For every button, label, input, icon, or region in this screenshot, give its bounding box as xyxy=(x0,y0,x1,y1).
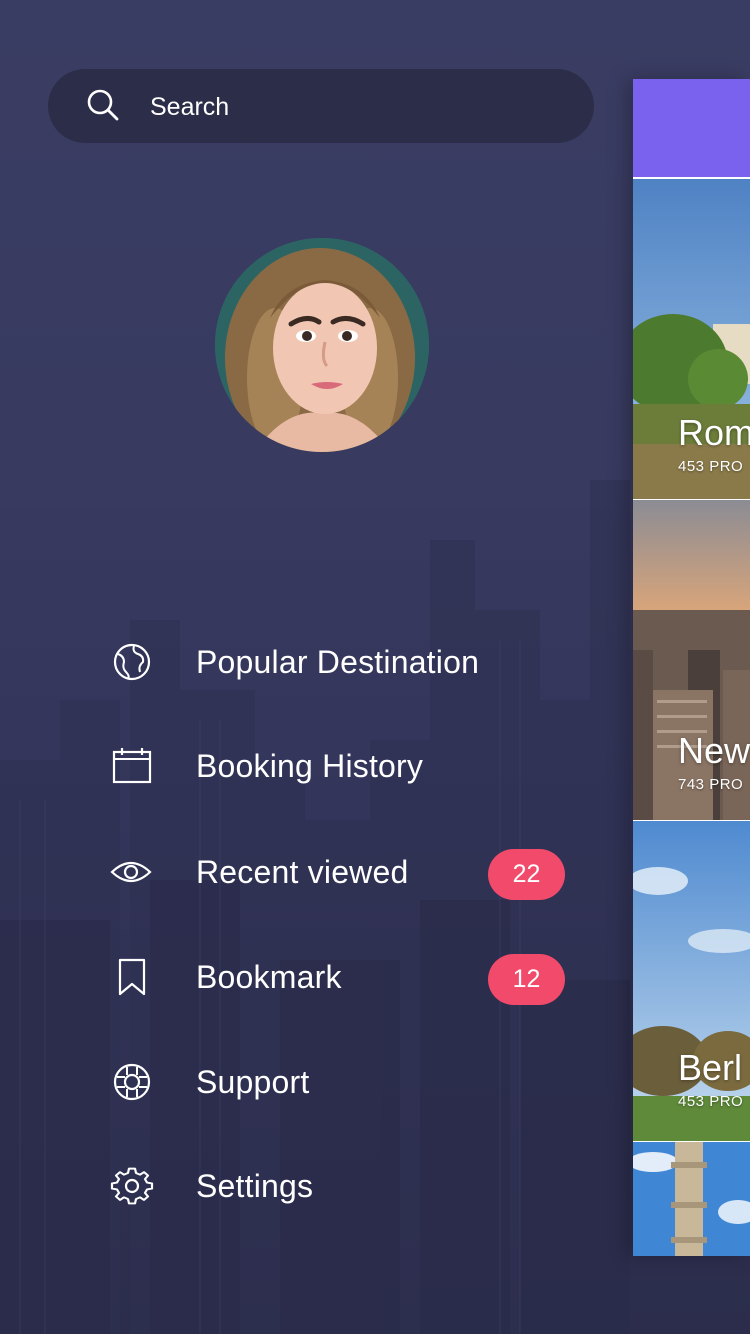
count-badge: 22 xyxy=(488,849,565,900)
menu-item-label: Settings xyxy=(196,1168,314,1204)
calendar-icon xyxy=(112,748,152,784)
menu-item-settings[interactable]: Settings xyxy=(108,1156,578,1216)
card-title: Rom xyxy=(678,412,750,453)
main-content-preview[interactable]: Rom 453 PRO New 743 PRO Berl 453 PRO xyxy=(633,79,750,1256)
destination-image xyxy=(633,500,750,820)
eye-icon xyxy=(110,861,152,883)
menu-item-popular-destination[interactable]: Popular Destination xyxy=(108,632,578,692)
destination-card-berlin[interactable]: Berl 453 PRO xyxy=(633,821,750,1141)
search-bar[interactable] xyxy=(48,69,594,145)
card-title: Berl xyxy=(678,1047,743,1088)
card-subtitle: 453 PRO xyxy=(678,1093,744,1110)
card-subtitle: 743 PRO xyxy=(678,776,744,793)
menu-item-support[interactable]: Support xyxy=(108,1052,578,1112)
menu-item-bookmark[interactable]: Bookmark 12 xyxy=(108,947,578,1007)
search-icon[interactable] xyxy=(86,88,120,122)
menu-item-label: Bookmark xyxy=(196,959,342,995)
avatar[interactable] xyxy=(215,238,429,452)
lifebuoy-icon xyxy=(113,1063,151,1101)
menu-item-label: Popular Destination xyxy=(196,644,480,680)
card-subtitle: 453 PRO xyxy=(678,458,744,475)
destination-card-new-york[interactable]: New 743 PRO xyxy=(633,500,750,820)
menu-item-label: Support xyxy=(196,1064,310,1100)
menu-item-label: Recent viewed xyxy=(196,854,409,890)
card-title: New xyxy=(678,730,750,771)
preview-header xyxy=(633,79,750,177)
menu-item-booking-history[interactable]: Booking History xyxy=(108,736,578,796)
destination-image xyxy=(633,1142,750,1256)
globe-icon xyxy=(113,643,151,681)
bookmark-icon xyxy=(118,958,146,996)
menu-item-recent-viewed[interactable]: Recent viewed 22 xyxy=(108,842,578,902)
search-input[interactable] xyxy=(148,69,572,145)
gear-icon xyxy=(110,1167,154,1205)
destination-card-rome[interactable]: Rom 453 PRO xyxy=(633,179,750,499)
destination-card-partial[interactable] xyxy=(633,1142,750,1256)
menu-item-label: Booking History xyxy=(196,748,424,784)
count-badge: 12 xyxy=(488,954,565,1005)
